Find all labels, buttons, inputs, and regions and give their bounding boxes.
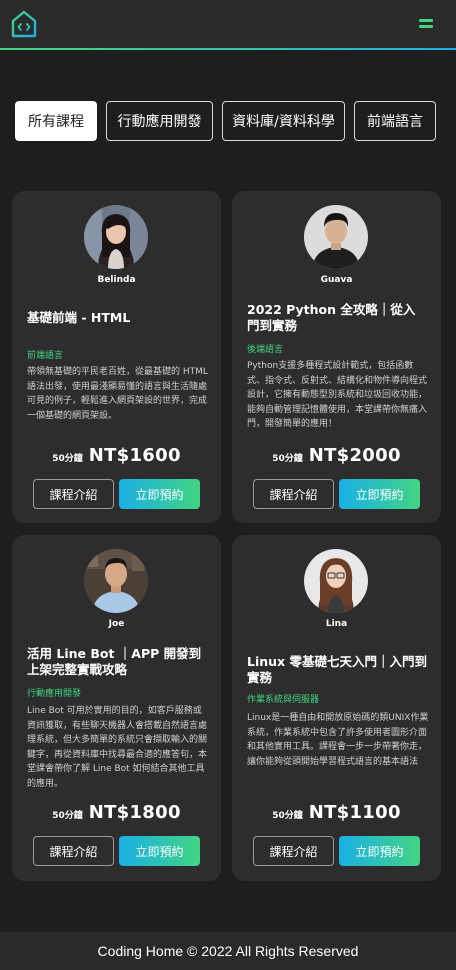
- book-now-button[interactable]: 立即預約: [119, 479, 200, 509]
- course-title: 活用 Line Bot ｜APP 開發到上架完整實戰攻略: [27, 646, 202, 677]
- course-category: 後端語言: [247, 345, 284, 355]
- course-price: NT$2000: [308, 445, 401, 466]
- tab-mobile-app-dev[interactable]: 行動應用開發: [106, 101, 213, 141]
- hamburger-menu-icon[interactable]: [419, 19, 433, 30]
- course-title: 基礎前端 - HTML: [27, 310, 131, 325]
- course-category: 作業系統與伺服器: [247, 695, 320, 705]
- course-card: Belinda 基礎前端 - HTML 前端語言 帶領無基礎的平民老百姓，從最基…: [12, 191, 221, 523]
- category-tabs: 所有課程 行動應用開發 資料庫/資料科學 前端語言: [0, 101, 456, 141]
- course-intro-button[interactable]: 課程介紹: [253, 836, 334, 866]
- course-duration: 50分鐘: [52, 811, 83, 821]
- course-card: Guava 2022 Python 全攻略｜從入門到實務 後端語言 Python…: [232, 191, 441, 523]
- teacher-avatar: [304, 549, 368, 613]
- teacher-name: Belinda: [97, 275, 136, 285]
- price-row: 50分鐘 NT$2000: [232, 445, 441, 466]
- course-duration: 50分鐘: [52, 454, 83, 464]
- course-description: 帶領無基礎的平民老百姓，從最基礎的 HTML 語法出發，使用最淺顯易懂的語言與生…: [27, 367, 208, 421]
- nav-accent-line: [0, 48, 456, 50]
- teacher-name: Guava: [320, 275, 353, 285]
- course-price: NT$1800: [88, 802, 181, 823]
- tab-database-data-science[interactable]: 資料庫/資料科學: [222, 101, 345, 141]
- book-now-button[interactable]: 立即預約: [119, 836, 200, 866]
- price-row: 50分鐘 NT$1100: [232, 802, 441, 823]
- copyright-text: Coding Home © 2022 All Rights Reserved: [97, 943, 359, 959]
- course-category: 前端語言: [27, 351, 64, 361]
- course-duration: 50分鐘: [272, 454, 303, 464]
- course-price: NT$1100: [308, 802, 401, 823]
- book-now-button[interactable]: 立即預約: [339, 836, 420, 866]
- course-title: Linux 零基礎七天入門｜入門到實務: [247, 654, 427, 685]
- teacher-avatar: [84, 205, 148, 269]
- teacher-name: Lina: [325, 619, 348, 629]
- tab-all-courses[interactable]: 所有課程: [15, 101, 97, 141]
- course-intro-button[interactable]: 課程介紹: [253, 479, 334, 509]
- tab-frontend-languages[interactable]: 前端語言: [354, 101, 436, 141]
- course-card: Joe 活用 Line Bot ｜APP 開發到上架完整實戰攻略 行動應用開發 …: [12, 535, 221, 881]
- course-description: Line Bot 可用於實用的目的，如客戶服務或資訊獲取，有些聊天機器人會搭載自…: [27, 706, 208, 789]
- book-now-button[interactable]: 立即預約: [339, 479, 420, 509]
- course-description: Linux是一種自由和開放原始碼的類UNIX作業系統，作業系統中包含了許多使用者…: [247, 713, 429, 767]
- course-title: 2022 Python 全攻略｜從入門到實務: [247, 302, 416, 333]
- price-row: 50分鐘 NT$1600: [12, 445, 221, 466]
- teacher-name: Joe: [108, 619, 125, 629]
- teacher-avatar: [84, 549, 148, 613]
- course-duration: 50分鐘: [272, 811, 303, 821]
- course-intro-button[interactable]: 課程介紹: [33, 479, 114, 509]
- price-row: 50分鐘 NT$1800: [12, 802, 221, 823]
- course-description: Python支援多種程式設計範式，包括函數式、指令式、反射式、結構化和物件導向程…: [247, 361, 428, 429]
- course-card: Lina Linux 零基礎七天入門｜入門到實務 作業系統與伺服器 Linux是…: [232, 535, 441, 881]
- navbar: [0, 0, 456, 50]
- course-category: 行動應用開發: [27, 689, 82, 699]
- course-intro-button[interactable]: 課程介紹: [33, 836, 114, 866]
- teacher-avatar: [304, 205, 368, 269]
- footer: Coding Home © 2022 All Rights Reserved: [0, 932, 456, 970]
- code-house-logo-icon[interactable]: [10, 9, 38, 39]
- course-price: NT$1600: [88, 445, 181, 466]
